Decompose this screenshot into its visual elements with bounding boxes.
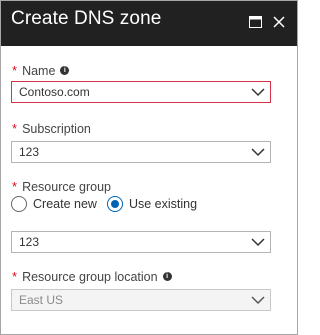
required-marker: * <box>12 121 18 136</box>
maximize-button[interactable] <box>244 11 266 33</box>
name-input[interactable]: Contoso.com <box>11 81 271 103</box>
chevron-down-icon <box>251 238 265 247</box>
subscription-dropdown[interactable]: 123 <box>11 141 271 163</box>
name-label-row: * Name i <box>12 63 70 78</box>
resource-group-label: Resource group <box>22 179 112 194</box>
resource-group-value: 123 <box>19 235 40 249</box>
blade-title: Create DNS zone <box>11 8 162 29</box>
create-dns-zone-blade: Create DNS zone * Name i Contoso.com * S… <box>0 0 298 335</box>
required-marker: * <box>12 179 18 194</box>
close-button[interactable] <box>268 11 290 33</box>
subscription-label: Subscription <box>22 121 91 136</box>
chevron-down-icon <box>251 296 265 305</box>
radio-use-existing-label: Use existing <box>128 197 198 211</box>
info-icon[interactable]: i <box>60 66 70 75</box>
name-value: Contoso.com <box>19 85 90 99</box>
radio-create-new[interactable]: Create new <box>11 196 97 212</box>
maximize-icon <box>248 16 262 28</box>
resource-group-location-value: East US <box>19 293 64 307</box>
name-label: Name <box>22 63 56 78</box>
radio-use-existing[interactable]: Use existing <box>106 196 198 212</box>
chevron-down-icon <box>251 88 265 97</box>
info-icon[interactable]: i <box>162 272 172 281</box>
subscription-value: 123 <box>19 145 40 159</box>
radio-circle-use-existing[interactable] <box>106 196 123 212</box>
close-icon <box>273 16 285 28</box>
resource-group-location-label: Resource group location <box>22 269 158 284</box>
required-marker: * <box>12 269 18 284</box>
subscription-label-row: * Subscription <box>12 121 91 136</box>
resource-group-location-label-row: * Resource group location i <box>12 269 172 284</box>
resource-group-location-dropdown: East US <box>11 289 271 311</box>
resource-group-radio-group: Create new Use existing <box>11 196 207 212</box>
chevron-down-icon <box>251 148 265 157</box>
radio-create-new-label: Create new <box>33 197 97 211</box>
required-marker: * <box>12 63 18 78</box>
radio-circle-create-new[interactable] <box>11 196 27 212</box>
resource-group-label-row: * Resource group <box>12 179 111 194</box>
resource-group-dropdown[interactable]: 123 <box>11 231 271 253</box>
blade-header: Create DNS zone <box>1 1 297 46</box>
